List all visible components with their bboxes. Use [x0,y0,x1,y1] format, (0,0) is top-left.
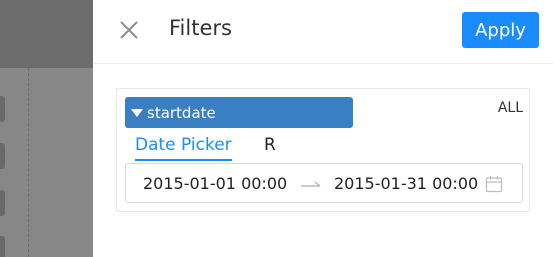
calendar-icon[interactable] [485,175,503,193]
backdrop-handle [0,190,5,216]
caret-down-icon [131,109,143,117]
scope-label[interactable]: ALL [498,100,523,116]
backdrop-divider [28,68,29,257]
field-dropdown[interactable]: startdate [125,97,353,128]
date-range-picker[interactable]: 2015-01-01 00:00:00 2015-01-31 00:00:00 [125,163,523,203]
backdrop-header [0,0,93,68]
backdrop-panel [0,68,93,257]
backdrop-handle [0,96,5,122]
drawer-title: Filters [169,16,232,40]
close-icon [120,21,138,39]
date-filter-card: startdate ALL Date Picker R 2015-01-01 0… [116,88,530,212]
drawer-header: Filters Apply [93,0,553,64]
field-name: startdate [147,103,216,122]
start-date-input[interactable]: 2015-01-01 00:00:00 [143,174,288,193]
page-backdrop[interactable] [0,0,93,257]
tab-range[interactable]: R [264,135,276,155]
arrow-right-icon [301,181,321,187]
filters-drawer: Filters Apply startdate ALL Date Picker … [93,0,553,257]
apply-button[interactable]: Apply [462,12,539,48]
end-date-input[interactable]: 2015-01-31 00:00:00 [334,174,479,193]
close-button[interactable] [117,18,141,42]
tab-date-picker[interactable]: Date Picker [135,135,232,161]
backdrop-handle [0,143,5,169]
backdrop-handle [0,236,5,257]
